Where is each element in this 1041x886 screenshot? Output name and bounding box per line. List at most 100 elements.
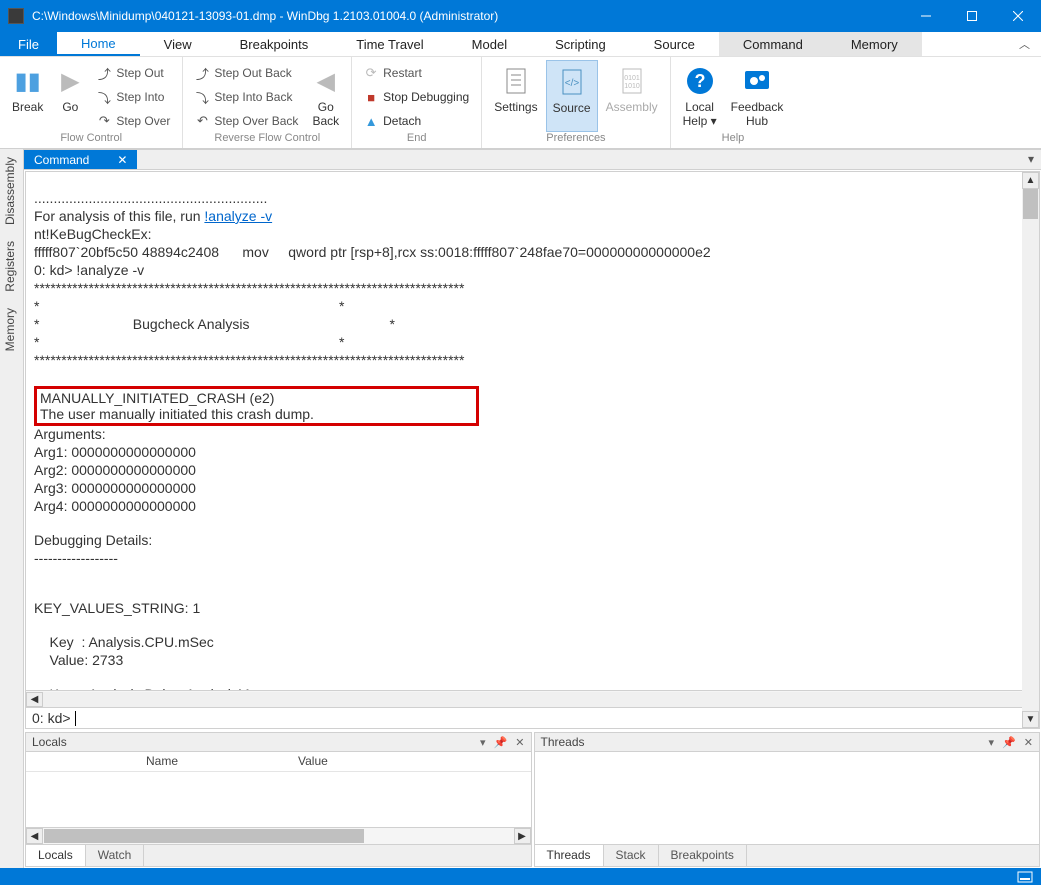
window-title: C:\Windows\Minidump\040121-13093-01.dmp …: [32, 9, 903, 23]
dropdown-icon[interactable]: ▾: [480, 736, 486, 749]
settings-button[interactable]: Settings: [488, 60, 543, 132]
svg-text:1010: 1010: [624, 83, 640, 90]
threads-pane: Threads ▾ 📌 ✕ Threads Stack Breakpoints: [534, 732, 1041, 867]
step-over-button[interactable]: ↷Step Over: [91, 110, 176, 132]
scroll-up-icon[interactable]: ▲: [1022, 172, 1039, 189]
menu-memory[interactable]: Memory: [827, 32, 922, 56]
locals-hscroll[interactable]: ◀ ▶: [26, 827, 531, 844]
statusbar-icon[interactable]: [1017, 871, 1033, 883]
step-into-back-icon: ⤵: [195, 90, 209, 104]
stop-debugging-button[interactable]: ■Stop Debugging: [358, 86, 475, 108]
sidebar-registers[interactable]: Registers: [0, 233, 20, 300]
tab-breakpoints[interactable]: Breakpoints: [659, 845, 747, 866]
command-panel-tabs: Command✕ ▾: [24, 149, 1041, 170]
horizontal-scrollbar[interactable]: ◀ ▶: [26, 690, 1039, 707]
assembly-icon: 01011010: [619, 64, 645, 98]
close-icon[interactable]: ✕: [1024, 736, 1033, 749]
menu-file[interactable]: File: [0, 32, 57, 56]
help-icon: ?: [685, 64, 715, 98]
menu-breakpoints[interactable]: Breakpoints: [216, 32, 333, 56]
scroll-right-icon[interactable]: ▶: [514, 828, 531, 844]
ribbon: ▮▮ Break ▶ Go ⤴Step Out ⤵Step Into ↷Step…: [0, 57, 1041, 149]
svg-text:?: ?: [694, 71, 705, 91]
step-over-back-icon: ↶: [195, 114, 209, 128]
close-button[interactable]: [995, 0, 1041, 32]
command-tab[interactable]: Command✕: [24, 150, 137, 169]
threads-title: Threads: [541, 735, 585, 749]
command-input[interactable]: [76, 710, 1033, 726]
restart-button[interactable]: ⟳Restart: [358, 62, 475, 84]
menu-source[interactable]: Source: [630, 32, 719, 56]
titlebar: C:\Windows\Minidump\040121-13093-01.dmp …: [0, 0, 1041, 32]
detach-icon: ▲: [364, 114, 378, 128]
menu-view[interactable]: View: [140, 32, 216, 56]
scroll-left-icon[interactable]: ◀: [26, 828, 43, 844]
workspace: Command✕ ▾ .............................…: [24, 149, 1041, 868]
close-icon[interactable]: ✕: [515, 736, 524, 749]
step-out-icon: ⤴: [97, 66, 111, 80]
tab-stack[interactable]: Stack: [604, 845, 659, 866]
menu-model[interactable]: Model: [448, 32, 531, 56]
menu-timetravel[interactable]: Time Travel: [332, 32, 447, 56]
step-out-back-icon: ⤴: [195, 66, 209, 80]
analyze-link[interactable]: !analyze -v: [204, 208, 272, 224]
left-sidebar: Disassembly Registers Memory: [0, 149, 24, 868]
step-out-button[interactable]: ⤴Step Out: [91, 62, 176, 84]
assembly-button[interactable]: 01011010 Assembly: [600, 60, 664, 132]
minimize-button[interactable]: [903, 0, 949, 32]
feedback-hub-button[interactable]: Feedback Hub: [725, 60, 790, 132]
play-icon: ▶: [61, 64, 79, 98]
svg-text:</>: </>: [564, 78, 579, 89]
command-prompt[interactable]: 0: kd>: [26, 707, 1039, 728]
step-over-back-button[interactable]: ↶Step Over Back: [189, 110, 304, 132]
feedback-icon: [742, 64, 772, 98]
tab-threads[interactable]: Threads: [535, 845, 604, 866]
group-reverse-flow-label: Reverse Flow Control: [189, 132, 345, 147]
menu-home[interactable]: Home: [57, 32, 140, 56]
locals-columns: Name Value: [26, 752, 531, 772]
group-prefs-label: Preferences: [488, 132, 663, 147]
command-output[interactable]: ........................................…: [26, 172, 1039, 690]
step-out-back-button[interactable]: ⤴Step Out Back: [189, 62, 304, 84]
pause-icon: ▮▮: [14, 64, 40, 98]
app-icon: [8, 8, 24, 24]
sidebar-memory[interactable]: Memory: [0, 300, 20, 359]
step-into-back-button[interactable]: ⤵Step Into Back: [189, 86, 304, 108]
ribbon-collapse-icon[interactable]: ︿: [1019, 36, 1035, 52]
scroll-down-icon[interactable]: ▼: [1022, 711, 1039, 728]
highlight-box: MANUALLY_INITIATED_CRASH (e2) The user m…: [34, 386, 479, 426]
step-into-icon: ⤵: [97, 90, 111, 104]
tab-watch[interactable]: Watch: [86, 845, 145, 866]
group-end-label: End: [358, 132, 475, 147]
break-button[interactable]: ▮▮ Break: [6, 60, 49, 132]
pin-icon[interactable]: 📌: [1002, 736, 1016, 749]
menu-command[interactable]: Command: [719, 32, 827, 56]
panel-dropdown-icon[interactable]: ▾: [1025, 152, 1037, 166]
group-help-label: Help: [677, 132, 790, 147]
menubar: File Home View Breakpoints Time Travel M…: [0, 32, 1041, 57]
settings-icon: [503, 64, 529, 98]
sidebar-disassembly[interactable]: Disassembly: [0, 149, 20, 233]
stop-icon: ■: [364, 90, 378, 104]
step-into-button[interactable]: ⤵Step Into: [91, 86, 176, 108]
col-name[interactable]: Name: [26, 752, 178, 771]
close-icon[interactable]: ✕: [117, 153, 127, 167]
go-back-button[interactable]: ◀ Go Back: [306, 60, 345, 132]
vertical-scrollbar[interactable]: ▲ ▼: [1022, 172, 1039, 728]
statusbar: [0, 868, 1041, 885]
maximize-button[interactable]: [949, 0, 995, 32]
detach-button[interactable]: ▲Detach: [358, 110, 475, 132]
command-output-pane: ........................................…: [25, 171, 1040, 729]
prompt-label: 0: kd>: [32, 710, 71, 726]
tab-locals[interactable]: Locals: [26, 845, 86, 866]
locals-pane: Locals ▾ 📌 ✕ Name Value ◀ ▶ Locals Watch: [25, 732, 532, 867]
local-help-button[interactable]: ? Local Help ▾: [677, 60, 723, 132]
dropdown-icon[interactable]: ▾: [989, 736, 995, 749]
source-button[interactable]: </> Source: [546, 60, 598, 132]
step-over-icon: ↷: [97, 114, 111, 128]
menu-scripting[interactable]: Scripting: [531, 32, 630, 56]
col-value[interactable]: Value: [178, 752, 328, 771]
scroll-left-icon[interactable]: ◀: [26, 692, 43, 707]
go-button[interactable]: ▶ Go: [51, 60, 89, 132]
pin-icon[interactable]: 📌: [494, 736, 508, 749]
